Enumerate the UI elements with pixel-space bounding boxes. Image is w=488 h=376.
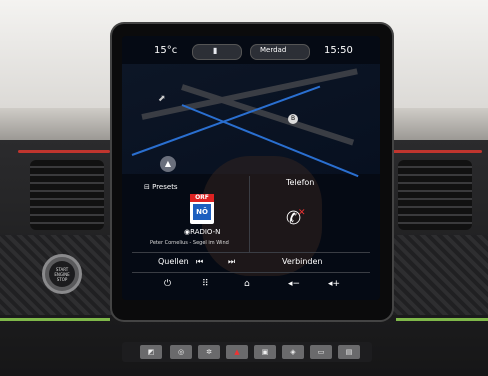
air-vent-right xyxy=(398,160,472,230)
disconnected-x-icon: ✕ xyxy=(298,208,306,218)
profile-name: Merdad xyxy=(260,46,287,54)
red-trim-left xyxy=(18,150,110,153)
track-title: Peter Cornelius - Segel im Wind xyxy=(150,240,229,246)
lock-button[interactable]: ▣ xyxy=(254,345,276,359)
green-trim-right xyxy=(396,318,488,321)
clock: 15:50 xyxy=(324,45,353,56)
hw-button[interactable]: ▭ xyxy=(310,345,332,359)
previous-track-button[interactable]: ⏮ xyxy=(196,257,203,267)
widget-divider xyxy=(249,176,250,252)
navigation-arrow-icon[interactable]: ▲ xyxy=(160,156,176,172)
connect-button[interactable]: Verbinden xyxy=(282,257,323,266)
infotainment-screen: 15°c ▮ Merdad 15:50 B ⬈ ▲ ⊟ Presets Tele… xyxy=(122,36,380,300)
start-stop-button[interactable]: START ENGINE STOP xyxy=(42,254,82,294)
presets-widget-label[interactable]: ⊟ Presets xyxy=(144,183,178,191)
stop-label: STOP xyxy=(56,276,68,282)
air-vent-left xyxy=(30,160,104,230)
notifications-pill[interactable]: ▮ xyxy=(192,44,242,60)
next-track-button[interactable]: ⏭ xyxy=(228,257,235,267)
red-trim-right xyxy=(392,150,482,153)
carbon-trim-right xyxy=(392,235,488,315)
volume-down-icon[interactable]: ◂− xyxy=(288,279,300,289)
home-icon[interactable]: ⌂ xyxy=(244,279,250,289)
power-icon[interactable]: ⏻ xyxy=(164,279,171,289)
green-trim-left xyxy=(0,318,110,321)
volume-up-icon[interactable]: ◂+ xyxy=(328,279,340,289)
hw-button[interactable]: ▤ xyxy=(338,345,360,359)
radio-icon: ⊟ xyxy=(144,183,150,191)
phone-notif-icon: ▮ xyxy=(213,46,218,55)
phone-widget-label[interactable]: Telefon xyxy=(286,178,314,187)
hw-button[interactable]: ✲ xyxy=(198,345,220,359)
sources-button[interactable]: Quellen xyxy=(158,257,189,266)
station-logo[interactable]: ORF NÖ xyxy=(190,194,214,224)
logo-orf-text: ORF xyxy=(190,194,214,202)
hw-button[interactable]: ◩ xyxy=(140,345,162,359)
map-compass-icon[interactable]: ⬈ xyxy=(158,94,166,104)
logo-region-text: NÖ xyxy=(193,204,211,220)
car-dashboard-photo: START ENGINE STOP 15°c ▮ Merdad 15:50 B … xyxy=(0,0,488,376)
nav-divider xyxy=(132,272,370,273)
temperature-display: 15°c xyxy=(154,45,178,56)
controls-divider xyxy=(132,252,370,253)
status-bar: 15°c ▮ Merdad 15:50 xyxy=(122,36,380,62)
station-name: ◉RADIO-N xyxy=(184,228,221,236)
hazard-button[interactable]: ▲ xyxy=(226,345,248,359)
map-marker-icon: B xyxy=(288,114,298,124)
hw-button[interactable]: ◎ xyxy=(170,345,192,359)
apps-grid-icon[interactable]: ⠿ xyxy=(202,279,209,289)
hw-button[interactable]: ◈ xyxy=(282,345,304,359)
